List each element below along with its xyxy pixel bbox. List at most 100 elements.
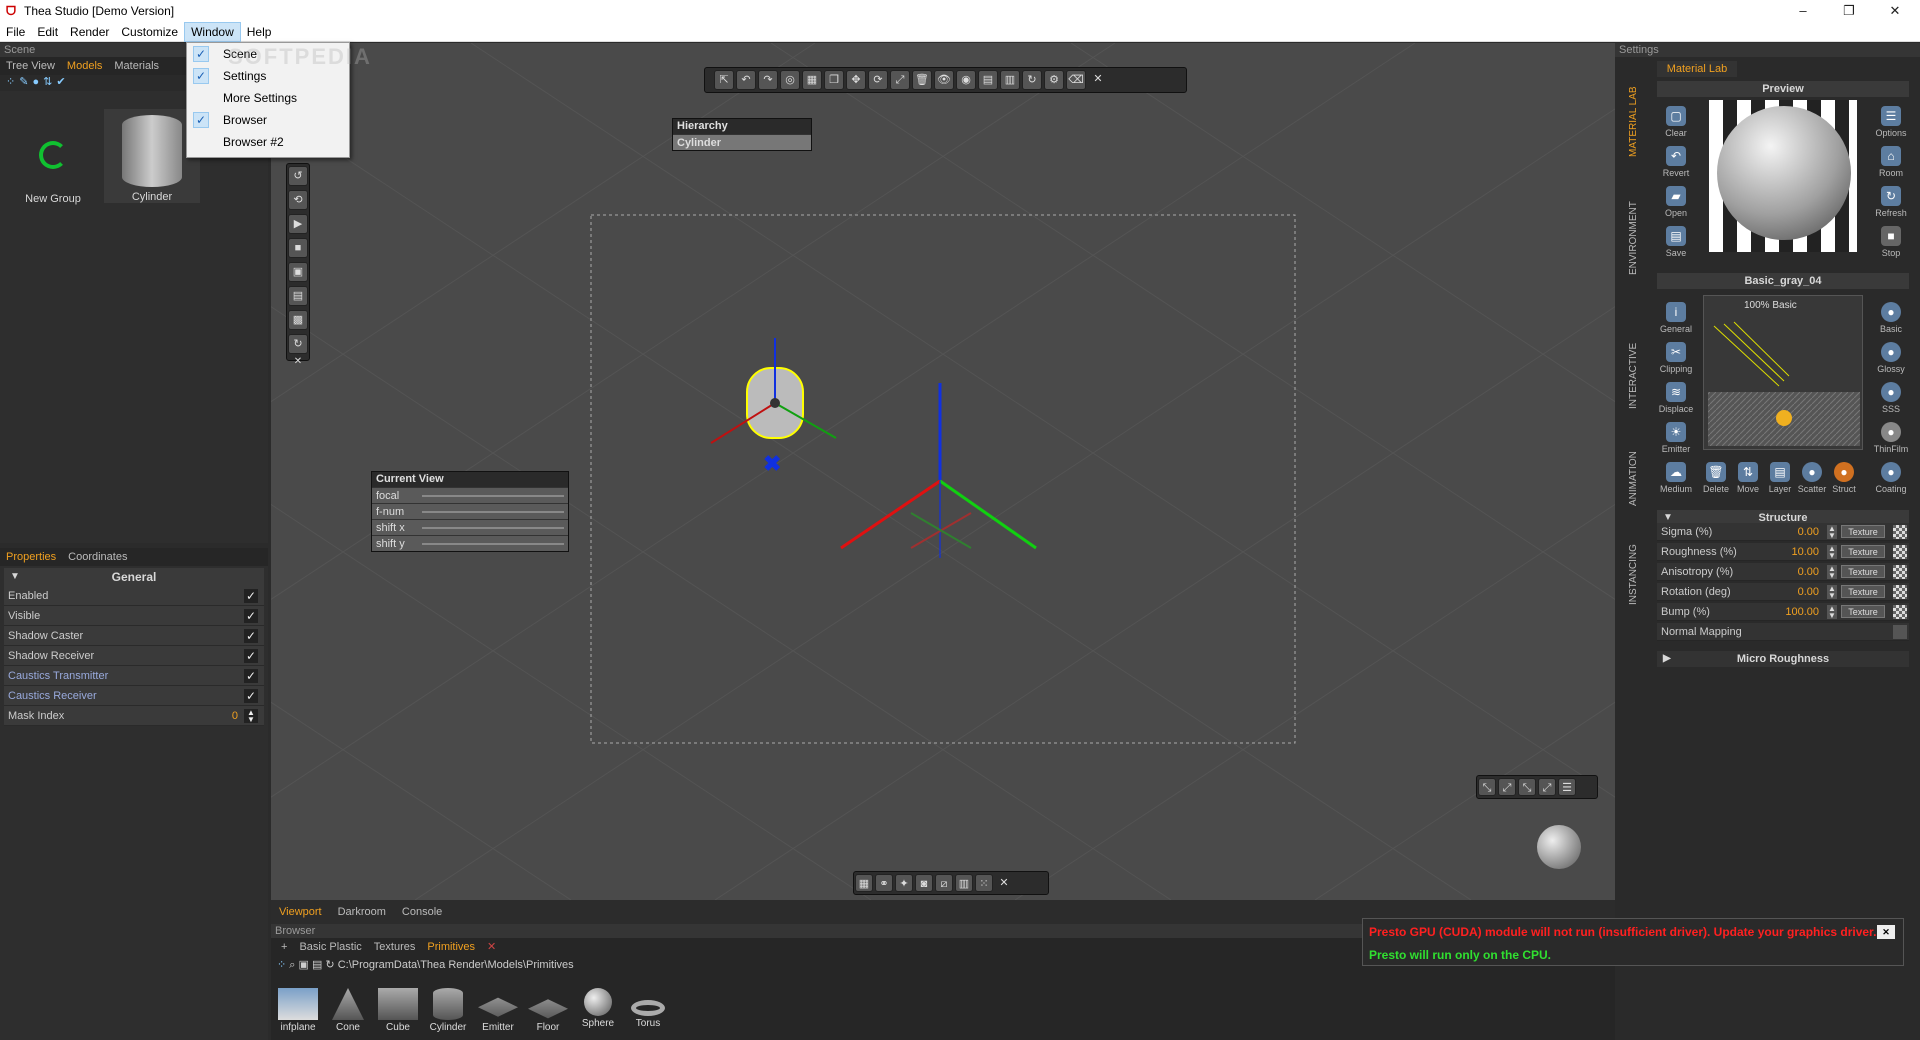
sigma-spinner[interactable]: ▲ ▼	[1827, 525, 1837, 540]
refresh-icon[interactable]: ↻	[1022, 70, 1042, 90]
primitive-infplane[interactable]: infplane	[273, 988, 323, 1033]
orbit-icon[interactable]: ↺	[288, 166, 308, 186]
save-icon[interactable]: ▤	[312, 959, 325, 971]
menu-customize[interactable]: Customize	[115, 22, 184, 42]
close-vertical-icon[interactable]: ✕	[287, 356, 309, 367]
menu-help[interactable]: Help	[241, 22, 278, 42]
rotation-texture-button[interactable]: Texture	[1841, 585, 1885, 598]
normal-mapping-checkbox[interactable]	[1893, 625, 1907, 639]
redo-icon[interactable]: ↷	[758, 70, 778, 90]
shift-y-slider[interactable]: shift y	[372, 535, 568, 551]
stop-button[interactable]: ■ Stop	[1871, 226, 1911, 258]
layer-button[interactable]: ▤ Layer	[1764, 462, 1796, 494]
displace-button[interactable]: ≋ Displace	[1656, 382, 1696, 414]
menu-file[interactable]: File	[0, 22, 31, 42]
menu-item-browser[interactable]: ✓ Browser	[187, 109, 349, 131]
trash-icon[interactable]: ⌫	[1066, 70, 1086, 90]
alert-close-button[interactable]: ✕	[1877, 925, 1895, 939]
list-icon[interactable]: ☰	[1558, 778, 1576, 796]
shadow-receiver-checkbox[interactable]: ✓	[244, 649, 258, 663]
anisotropy-texture-button[interactable]: Texture	[1841, 565, 1885, 578]
close-render-toolbar-icon[interactable]: ✕	[995, 874, 1013, 892]
rotation-value[interactable]: 0.00	[1798, 583, 1819, 601]
bump-value[interactable]: 100.00	[1785, 603, 1819, 621]
focal-slider[interactable]: focal	[372, 487, 568, 503]
side-tab-environment[interactable]: ENVIRONMENT	[1628, 198, 1648, 278]
anisotropy-checker-icon[interactable]	[1893, 565, 1907, 579]
axis-z-icon[interactable]: ⤡	[1518, 778, 1536, 796]
play-icon[interactable]: ▶	[288, 214, 308, 234]
grid-icon[interactable]: ▦	[802, 70, 822, 90]
scene-item-new-group[interactable]: New Group	[22, 131, 84, 205]
f-num-slider[interactable]: f-num	[372, 503, 568, 519]
camera-render-icon[interactable]: ◙	[915, 874, 933, 892]
hierarchy-item-cylinder[interactable]: Cylinder	[673, 134, 811, 150]
check-filter-icon[interactable]: ✔	[56, 76, 69, 88]
maximize-button[interactable]: ❐	[1826, 0, 1872, 22]
axis-y-icon[interactable]: ⤢	[1498, 778, 1516, 796]
camera-icon[interactable]: ◉	[956, 70, 976, 90]
coating-button[interactable]: ● Coating	[1871, 462, 1911, 494]
frame-icon[interactable]: ▣	[288, 262, 308, 282]
pan-icon[interactable]: ⟲	[288, 190, 308, 210]
navigation-globe-icon[interactable]	[1537, 825, 1581, 869]
folder-icon[interactable]: ▣	[299, 959, 312, 971]
primitive-emitter[interactable]: Emitter	[473, 988, 523, 1033]
bump-checker-icon[interactable]	[1893, 605, 1907, 619]
crop-icon[interactable]: ⧄	[935, 874, 953, 892]
side-tab-instancing[interactable]: INSTANCING	[1628, 540, 1648, 610]
move-icon[interactable]: ✥	[846, 70, 866, 90]
roughness-checker-icon[interactable]	[1893, 545, 1907, 559]
render-icon[interactable]: ◎	[780, 70, 800, 90]
shadow-caster-checkbox[interactable]: ✓	[244, 629, 258, 643]
menu-render[interactable]: Render	[64, 22, 115, 42]
room-button[interactable]: ⌂ Room	[1871, 146, 1911, 178]
light-icon[interactable]: ✦	[895, 874, 913, 892]
clipping-button[interactable]: ✂ Clipping	[1656, 342, 1696, 374]
filter-icon[interactable]: ⁘	[6, 76, 19, 88]
scatter-button[interactable]: ● Scatter	[1796, 462, 1828, 494]
micro-roughness-header[interactable]: ▶ Micro Roughness	[1657, 651, 1909, 667]
tab-darkroom[interactable]: Darkroom	[330, 900, 394, 924]
bump-spinner[interactable]: ▲ ▼	[1827, 605, 1837, 620]
menu-item-browser-2[interactable]: Browser #2	[187, 131, 349, 153]
close-tab-icon[interactable]: ✕	[481, 938, 502, 956]
sigma-value[interactable]: 0.00	[1798, 523, 1819, 541]
primitive-cone[interactable]: Cone	[323, 988, 373, 1033]
save-view-icon[interactable]: ▤	[288, 286, 308, 306]
rotate-icon[interactable]: ⟳	[868, 70, 888, 90]
move-layer-button[interactable]: ⇅ Move	[1732, 462, 1764, 494]
sss-button[interactable]: ● SSS	[1871, 382, 1911, 414]
primitive-cylinder[interactable]: Cylinder	[423, 988, 473, 1033]
options-button[interactable]: ☰ Options	[1871, 106, 1911, 138]
open-button[interactable]: ▰ Open	[1656, 186, 1696, 218]
checker-icon[interactable]: ▩	[288, 310, 308, 330]
sigma-checker-icon[interactable]	[1893, 525, 1907, 539]
refresh-icon[interactable]: ↻	[325, 959, 337, 971]
mask-index-spinner[interactable]: ▲ ▼	[244, 709, 258, 724]
primitive-cube[interactable]: Cube	[373, 988, 423, 1033]
caustics-transmitter-checkbox[interactable]: ✓	[244, 669, 258, 683]
rotation-checker-icon[interactable]	[1893, 585, 1907, 599]
save-button[interactable]: ▤ Save	[1656, 226, 1696, 258]
thinfilm-button[interactable]: ● ThinFilm	[1871, 422, 1911, 454]
bump-texture-button[interactable]: Texture	[1841, 605, 1885, 618]
clear-button[interactable]: ▢ Clear	[1656, 106, 1696, 138]
delete-layer-button[interactable]: 🗑 Delete	[1700, 462, 1732, 494]
snap-icon[interactable]: ▥	[1000, 70, 1020, 90]
sigma-texture-button[interactable]: Texture	[1841, 525, 1885, 538]
tab-materials[interactable]: Materials	[108, 57, 165, 75]
roughness-value[interactable]: 10.00	[1791, 543, 1819, 561]
axis-all-icon[interactable]: ⤢	[1538, 778, 1556, 796]
add-tab-icon[interactable]: +	[275, 938, 293, 956]
revert-button[interactable]: ↶ Revert	[1656, 146, 1696, 178]
search-icon[interactable]: ⌕	[289, 959, 298, 971]
settings-icon[interactable]: ⚙	[1044, 70, 1064, 90]
struct-button[interactable]: ● Struct	[1828, 462, 1860, 494]
tab-material-lab[interactable]: Material Lab	[1657, 61, 1737, 77]
stop-icon[interactable]: ■	[288, 238, 308, 258]
side-tab-animation[interactable]: ANIMATION	[1628, 446, 1648, 512]
primitive-floor[interactable]: Floor	[523, 988, 573, 1033]
undo-icon[interactable]: ↶	[736, 70, 756, 90]
dots-icon[interactable]: ⁙	[975, 874, 993, 892]
